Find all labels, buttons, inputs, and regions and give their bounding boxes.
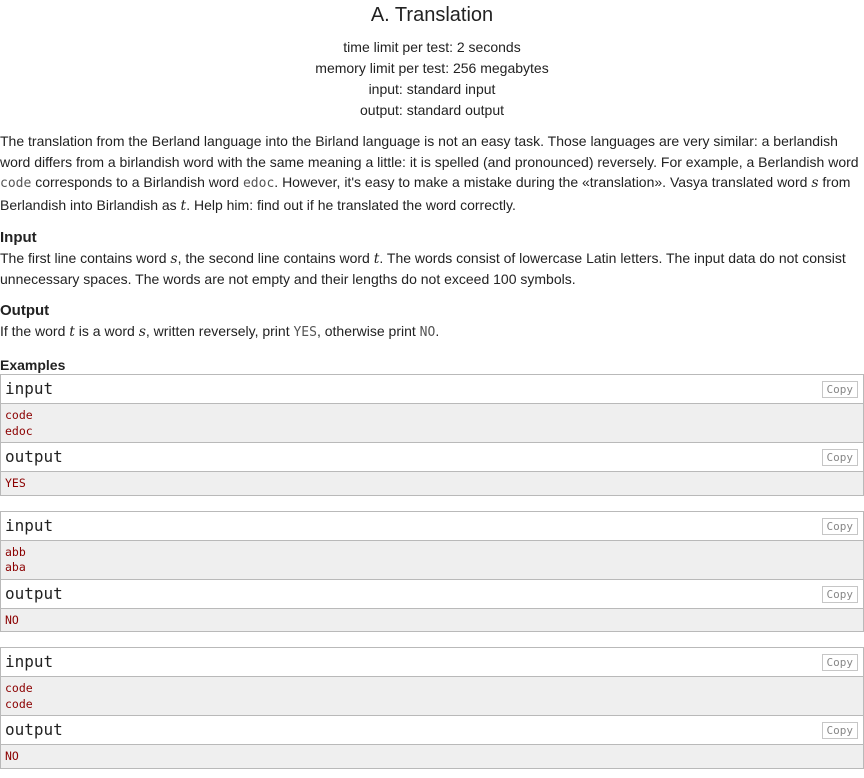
example-output: output Copy YES — [0, 443, 864, 496]
example-input-body[interactable]: code code — [1, 677, 863, 715]
example-input: input Copy code edoc — [0, 374, 864, 443]
statement-text: . However, it's easy to make a mistake d… — [274, 174, 812, 190]
example-output-body[interactable]: NO — [1, 745, 863, 768]
code-line: abb — [5, 544, 26, 559]
output-label: output — [5, 720, 63, 739]
input-text: , the second line contains word — [177, 250, 374, 266]
inline-code-no: NO — [419, 325, 436, 340]
memory-limit: memory limit per test: 256 megabytes — [315, 60, 549, 76]
input-specification: Input The first line contains word s, th… — [0, 229, 864, 289]
code-line: code — [5, 408, 33, 422]
problem-title: A. Translation — [370, 4, 494, 26]
example-output-header: output Copy — [1, 443, 863, 472]
code-line: code — [5, 681, 33, 695]
output-section-title: Output — [0, 302, 50, 319]
problem-statement: The translation from the Berland languag… — [0, 131, 864, 216]
inline-code: code — [0, 176, 32, 191]
code-line: NO — [5, 612, 19, 627]
output-text: If the word — [0, 323, 70, 339]
copy-button[interactable]: Copy — [821, 449, 858, 466]
example-input-header: input Copy — [1, 511, 863, 541]
code-line: edoc — [5, 423, 33, 438]
examples-list: input Copy code edoc output Copy YES inp… — [0, 374, 864, 769]
output-text: is a word — [74, 323, 139, 339]
inline-code: edoc — [242, 176, 275, 191]
problem-header: A. Translation time limit per test: 2 se… — [0, 3, 864, 121]
example-input: input Copy abb aba — [0, 510, 864, 580]
output-specification: Output If the word t is a word s, writte… — [0, 302, 864, 343]
code-line: NO — [5, 749, 19, 763]
example-input-header: input Copy — [1, 648, 863, 677]
input-label: input — [5, 379, 54, 398]
variable-s: s — [170, 251, 178, 267]
copy-button[interactable]: Copy — [821, 517, 858, 535]
input-label: input — [5, 515, 54, 535]
output-label: output — [5, 447, 63, 466]
input-section-title: Input — [0, 229, 37, 246]
examples-title: Examples — [0, 357, 66, 373]
time-limit: time limit per test: 2 seconds — [343, 39, 521, 55]
input-type: input: standard input — [368, 81, 496, 97]
output-type: output: standard output — [360, 102, 504, 118]
code-line: code — [5, 696, 33, 711]
output-label: output — [5, 583, 63, 603]
inline-code-yes: YES — [293, 325, 317, 340]
example-output-body[interactable]: NO — [1, 609, 863, 632]
statement-text: corresponds to a Birlandish word — [31, 174, 243, 190]
copy-button[interactable]: Copy — [821, 585, 858, 603]
code-line: aba — [5, 560, 26, 574]
copy-button[interactable]: Copy — [821, 381, 858, 398]
input-label: input — [5, 652, 54, 671]
example-2: input Copy abb aba output Copy NO — [0, 510, 864, 632]
example-3: input Copy code code output Copy NO — [0, 647, 864, 769]
example-output-header: output Copy — [1, 579, 863, 609]
example-output: output Copy NO — [0, 579, 864, 632]
example-input-body[interactable]: abb aba — [1, 541, 863, 579]
output-text: , otherwise print — [316, 323, 420, 339]
example-1: input Copy code edoc output Copy YES — [0, 374, 864, 496]
example-input-body[interactable]: code edoc — [1, 404, 863, 442]
statement-text: . Help him: find out if he translated th… — [186, 196, 516, 213]
example-output: output Copy NO — [0, 716, 864, 769]
variable-s: s — [138, 324, 146, 340]
output-text: . — [435, 323, 440, 339]
input-section-body: The first line contains word s, the seco… — [0, 248, 864, 289]
copy-button[interactable]: Copy — [821, 722, 858, 739]
code-line: YES — [5, 476, 26, 490]
variable-s: s — [811, 175, 819, 191]
example-output-header: output Copy — [1, 716, 863, 745]
input-text: The first line contains word — [0, 250, 171, 266]
statement-text: The translation from the Berland languag… — [0, 133, 859, 170]
example-input: input Copy code code — [0, 647, 864, 716]
example-input-header: input Copy — [1, 375, 863, 404]
output-text: , written reversely, print — [145, 323, 294, 339]
output-section-body: If the word t is a word s, written rever… — [0, 321, 864, 343]
problem-limits: time limit per test: 2 seconds memory li… — [0, 37, 864, 121]
copy-button[interactable]: Copy — [821, 654, 858, 671]
example-output-body[interactable]: YES — [1, 472, 863, 495]
